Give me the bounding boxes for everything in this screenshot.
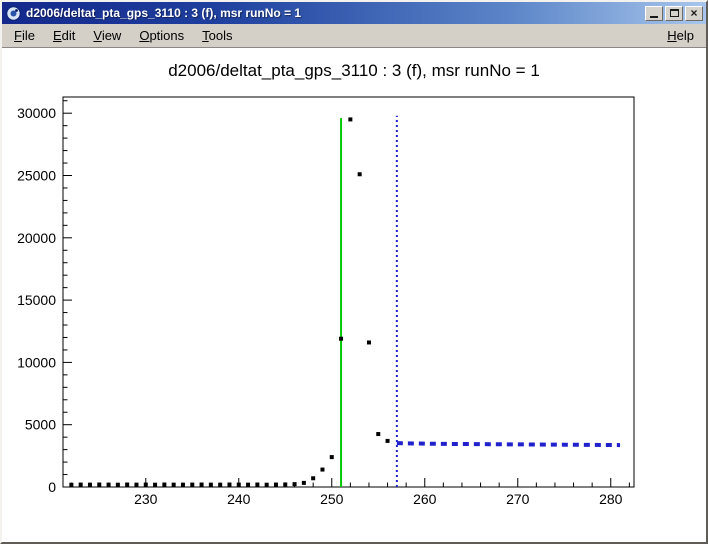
data-point [339,337,343,341]
menu-edit[interactable]: Edit [44,25,84,46]
menu-options[interactable]: Options [130,25,193,46]
x-tick-label: 250 [320,491,344,507]
window-controls: × [645,6,703,21]
data-point [274,483,278,487]
plot-canvas[interactable]: d2006/deltat_pta_gps_3110 : 3 (f), msr r… [2,48,706,542]
plot-frame [63,97,634,487]
menu-help[interactable]: Help [658,25,703,46]
tail-dashed-line [397,443,620,445]
data-point [302,481,306,485]
data-point [134,483,138,487]
y-tick-label: 15000 [17,292,56,308]
data-point [190,483,194,487]
x-tick-label: 270 [506,491,530,507]
data-point [237,483,241,487]
data-point [358,172,362,176]
data-point [218,483,222,487]
y-tick-label: 20000 [17,230,56,246]
data-point [320,468,324,472]
y-tick-label: 25000 [17,167,56,183]
menu-file[interactable]: File [5,25,44,46]
data-point [255,483,259,487]
data-point [265,483,269,487]
menu-tools[interactable]: Tools [193,25,241,46]
data-point [283,482,287,486]
data-point [88,483,92,487]
window-title: d2006/deltat_pta_gps_3110 : 3 (f), msr r… [26,6,645,20]
data-point [153,483,157,487]
y-tick-label: 10000 [17,354,56,370]
data-point [348,117,352,121]
data-point [209,483,213,487]
data-point [144,483,148,487]
data-point [227,483,231,487]
x-tick-label: 230 [134,491,158,507]
close-button[interactable]: × [685,6,703,21]
data-point [125,483,129,487]
data-point [107,483,111,487]
maximize-icon [670,9,679,17]
x-tick-label: 280 [599,491,623,507]
data-point [181,483,185,487]
data-point [116,483,120,487]
data-point [200,483,204,487]
data-point [367,340,371,344]
data-point [69,483,73,487]
plot-svg: 230 240 250 260 270 280 0 5000 10000 15000 20000 25… [2,48,706,542]
data-point [293,482,297,486]
close-icon: × [690,7,697,19]
minimize-button[interactable] [645,6,663,21]
app-icon-glyph [6,6,21,21]
data-point [79,483,83,487]
maximize-button[interactable] [665,6,683,21]
app-window: d2006/deltat_pta_gps_3110 : 3 (f), msr r… [0,0,708,544]
app-icon[interactable] [5,5,21,21]
menu-view[interactable]: View [84,25,130,46]
data-point [246,483,250,487]
data-point [386,439,390,443]
y-tick-label: 0 [48,479,56,495]
data-point [376,432,380,436]
minimize-icon [650,16,658,18]
x-tick-label: 240 [227,491,251,507]
data-point [330,455,334,459]
y-tick-label: 30000 [17,105,56,121]
data-point [172,483,176,487]
data-point [311,476,315,480]
x-tick-label: 260 [413,491,437,507]
titlebar[interactable]: d2006/deltat_pta_gps_3110 : 3 (f), msr r… [2,2,706,24]
data-point [162,483,166,487]
data-point [97,483,101,487]
y-tick-label: 5000 [25,417,56,433]
menubar: File Edit View Options Tools Help [2,24,706,48]
